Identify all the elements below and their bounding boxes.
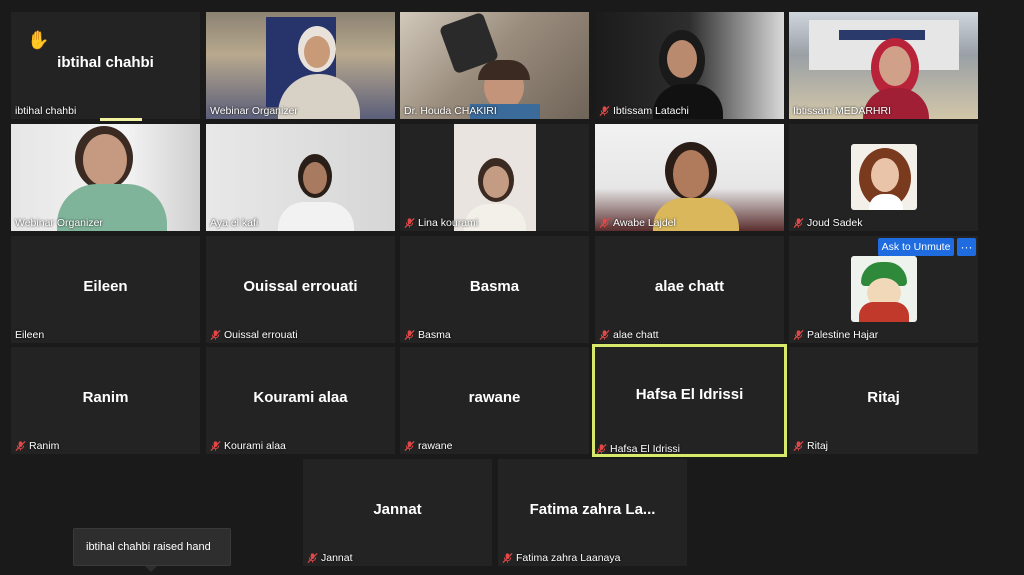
participant-tile[interactable]: alae chatt alae chatt (595, 236, 784, 343)
participant-name-label: Ritaj (793, 440, 828, 452)
participant-tile[interactable]: Aya el kafi (206, 124, 395, 231)
participant-display-name: Ranim (82, 389, 129, 406)
muted-mic-icon (502, 552, 513, 564)
participant-tile[interactable]: Ritaj Ritaj (789, 347, 978, 454)
participant-video (11, 124, 200, 231)
participant-name-label: Webinar Organizer (15, 217, 103, 229)
muted-mic-icon (210, 440, 221, 452)
muted-mic-icon (404, 217, 415, 229)
muted-mic-icon (793, 329, 804, 341)
notification-pointer (145, 566, 157, 572)
participant-display-name: Kourami alaa (253, 389, 348, 406)
participant-name-label: Fatima zahra Laanaya (502, 552, 620, 564)
participant-tile[interactable]: Lina kourami (400, 124, 589, 231)
participant-video (789, 12, 978, 119)
participant-display-name: rawane (468, 389, 521, 406)
participant-display-name: Ritaj (867, 389, 900, 406)
participant-display-name: Fatima zahra La... (529, 501, 656, 518)
participant-display-name: alae chatt (654, 278, 725, 295)
participant-display-name: Ouissal errouati (243, 278, 358, 295)
participant-tile[interactable]: Webinar Organizer (11, 124, 200, 231)
ask-to-unmute-button[interactable]: Ask to Unmute (878, 238, 954, 256)
participant-tile[interactable]: Fatima zahra La... Fatima zahra Laanaya (498, 459, 687, 566)
participant-tile[interactable]: rawane rawane (400, 347, 589, 454)
participant-display-name: Hafsa El Idrissi (635, 386, 744, 403)
participant-tile[interactable]: Awabe Lajdel (595, 124, 784, 231)
participant-video (206, 12, 395, 119)
muted-mic-icon (596, 443, 607, 454)
muted-mic-icon (404, 440, 415, 452)
participant-name-label: ibtihal chahbi (15, 105, 77, 117)
muted-mic-icon (599, 217, 610, 229)
participant-tile[interactable]: Eileen Eileen (11, 236, 200, 343)
muted-mic-icon (210, 329, 221, 341)
participant-name-label: Jannat (307, 552, 353, 564)
participant-name-label: Basma (404, 329, 451, 341)
participant-name-label: Lina kourami (404, 217, 478, 229)
participant-name-label: rawane (404, 440, 452, 452)
participant-tile[interactable]: Ranim Ranim (11, 347, 200, 454)
participant-name-label: Palestine Hajar (793, 329, 878, 341)
notification-text: ibtihal chahbi raised hand (86, 541, 211, 553)
participant-tile[interactable]: Ouissal errouati Ouissal errouati (206, 236, 395, 343)
participant-display-name: ibtihal chahbi (57, 54, 154, 71)
participant-display-name: Eileen (83, 278, 128, 295)
muted-mic-icon (793, 217, 804, 229)
raised-hand-icon: ✋ (27, 30, 50, 50)
participant-name-label: Kourami alaa (210, 440, 286, 452)
participant-name-label: Aya el kafi (210, 217, 259, 229)
participant-video (454, 124, 536, 231)
participant-tile[interactable]: Webinar Organizer (206, 12, 395, 119)
participant-tile[interactable]: Jannat Jannat (303, 459, 492, 566)
participant-name-label: alae chatt (599, 329, 659, 341)
participant-name-label: Joud Sadek (793, 217, 862, 229)
participant-tile-active-speaker[interactable]: Hafsa El Idrissi Hafsa El Idrissi (592, 344, 787, 457)
participant-name-label: Dr. Houda CHAKIRI (404, 105, 497, 117)
participant-name-label: Eileen (15, 329, 45, 341)
participant-display-name: Basma (469, 278, 520, 295)
profile-picture (851, 144, 917, 210)
muted-mic-icon (599, 329, 610, 341)
participant-name-label: Ibtissam MEDARHRI (793, 105, 892, 117)
muted-mic-icon (15, 440, 26, 452)
profile-picture (851, 256, 917, 322)
more-options-button[interactable]: ··· (957, 238, 976, 256)
participant-name-label: Ibtissam Latachi (599, 105, 689, 117)
muted-mic-icon (599, 105, 610, 117)
participant-tile[interactable]: Ibtissam MEDARHRI (789, 12, 978, 119)
muted-mic-icon (793, 440, 804, 452)
participant-video (595, 124, 784, 231)
participant-name-label: Webinar Organizer (210, 105, 298, 117)
participant-tile[interactable]: Ibtissam Latachi (595, 12, 784, 119)
participant-video (206, 124, 395, 231)
participant-video (595, 12, 784, 119)
participant-name-label: Hafsa El Idrissi (596, 443, 680, 454)
participant-video (400, 12, 589, 119)
participant-tile[interactable]: Dr. Houda CHAKIRI (400, 12, 589, 119)
participant-tile[interactable]: Joud Sadek (789, 124, 978, 231)
raised-hand-notification: ibtihal chahbi raised hand (73, 528, 231, 566)
muted-mic-icon (307, 552, 318, 564)
participant-name-label: Awabe Lajdel (599, 217, 676, 229)
participant-tile[interactable]: Kourami alaa Kourami alaa (206, 347, 395, 454)
participant-tile[interactable]: Basma Basma (400, 236, 589, 343)
speaking-indicator (100, 118, 142, 121)
participant-name-label: Ranim (15, 440, 59, 452)
participant-tile[interactable]: ✋ ibtihal chahbi ibtihal chahbi (11, 12, 200, 119)
muted-mic-icon (404, 329, 415, 341)
participant-name-label: Ouissal errouati (210, 329, 298, 341)
participant-display-name: Jannat (373, 501, 422, 518)
